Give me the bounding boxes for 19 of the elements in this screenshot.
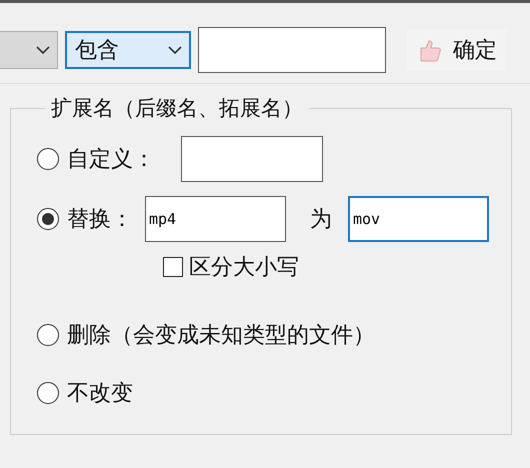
input-field[interactable] — [198, 27, 386, 73]
input-field[interactable]: mp4 — [145, 196, 286, 242]
caret-icon — [167, 45, 183, 55]
checkbox[interactable] — [163, 257, 183, 277]
option-label: 不改变 — [67, 380, 133, 408]
radio-button[interactable] — [37, 382, 59, 404]
option-label: 自定义： — [67, 146, 155, 174]
checkbox-label: 区分大小写 — [189, 254, 299, 282]
dropdown[interactable]: 包含 — [65, 31, 191, 69]
option-label: 删除（会变成未知类型的文件） — [67, 322, 375, 350]
radio-button[interactable] — [37, 148, 59, 170]
caret-icon — [35, 45, 51, 55]
joiner-label: 为 — [310, 206, 332, 234]
input-field[interactable]: mov — [348, 196, 489, 242]
option-label: 替换： — [67, 206, 133, 234]
group-title: 扩展名（后缀名、拓展名） — [50, 95, 304, 122]
radio-button[interactable] — [37, 208, 59, 230]
input-field[interactable] — [181, 136, 323, 182]
radio-button[interactable] — [37, 324, 59, 346]
